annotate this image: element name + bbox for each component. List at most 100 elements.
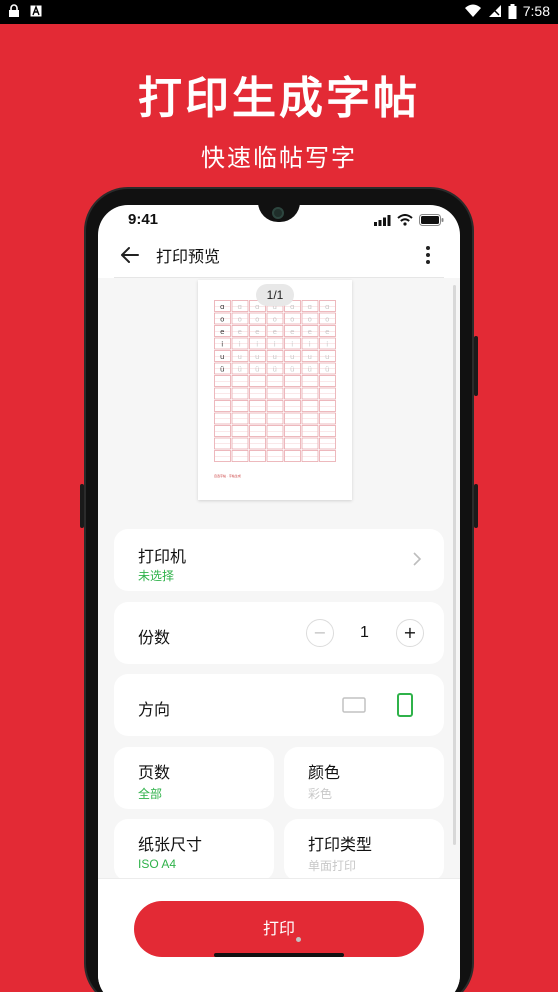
grid-cell <box>301 437 319 450</box>
grid-cell <box>301 387 319 400</box>
grid-cell <box>301 375 319 387</box>
grid-cell <box>266 375 284 387</box>
home-indicator[interactable] <box>214 953 344 957</box>
wifi-icon <box>397 214 413 226</box>
paper-size-card[interactable]: 纸张尺寸 ISO A4 <box>114 819 274 881</box>
scrollbar[interactable] <box>453 285 456 845</box>
battery-icon <box>419 214 444 226</box>
android-status-bar: 7:58 <box>0 0 558 24</box>
letter-trace: i <box>239 340 241 348</box>
grid-cell <box>301 425 319 437</box>
grid-cell <box>301 400 319 412</box>
app-notification-icon <box>30 5 42 17</box>
lock-icon <box>9 4 19 17</box>
grid-cell <box>266 387 284 400</box>
letter-trace: ɑ <box>290 303 294 311</box>
grid-cell <box>284 425 301 437</box>
copybook-grid: ɑ ɑ ɑ ɑ ɑ ɑ ɑo o o o o o oe e e e e e ei i i i i i iu u u u u u uü ü ü ü ü… <box>214 300 336 462</box>
grid-cell <box>249 387 266 400</box>
grid-cell <box>231 400 249 412</box>
grid-cell <box>214 450 231 462</box>
letter-sample: ü <box>220 365 224 373</box>
portrait-orientation-icon[interactable] <box>396 693 414 717</box>
color-card[interactable]: 颜色 彩色 <box>284 747 444 809</box>
pages-card[interactable]: 页数 全部 <box>114 747 274 809</box>
orientation-label: 方向 <box>138 700 171 719</box>
grid-cell <box>284 400 301 412</box>
phone-screen: 9:41 打印预览 ɑɑɑɑɑɑɑoooooooeeeeeeeiiiiiiiuu… <box>98 205 460 992</box>
grid-cell <box>266 412 284 425</box>
color-value: 彩色 <box>308 787 333 801</box>
letter-trace: e <box>325 328 329 336</box>
grid-cell <box>249 437 266 450</box>
landscape-orientation-icon[interactable] <box>342 696 366 714</box>
printer-label: 打印机 <box>138 547 187 566</box>
letter-sample: i <box>221 340 223 348</box>
letter-trace: e <box>273 328 277 336</box>
letter-trace: u <box>325 353 329 361</box>
back-arrow-icon[interactable] <box>118 243 142 267</box>
letter-trace: ü <box>325 365 329 373</box>
grid-cell <box>319 450 336 462</box>
grid-cell <box>266 425 284 437</box>
letter-trace: i <box>309 340 311 348</box>
promo-subtitle: 快速临帖写字 <box>201 144 357 172</box>
copies-value: 1 <box>360 624 369 641</box>
printer-value: 未选择 <box>138 569 175 583</box>
orientation-row: 方向 <box>114 674 444 736</box>
increment-button[interactable]: + <box>396 619 424 647</box>
phone-side-button <box>474 336 478 396</box>
grid-cell <box>319 412 336 425</box>
letter-trace: ü <box>290 365 294 373</box>
grid-cell <box>284 450 301 462</box>
letter-trace: ɑ <box>308 303 312 311</box>
grid-cell <box>319 400 336 412</box>
wifi-icon <box>464 4 481 17</box>
letter-trace: u <box>255 353 259 361</box>
page-title: 打印预览 <box>156 247 221 266</box>
copies-label: 份数 <box>138 628 171 647</box>
grid-cell <box>231 387 249 400</box>
letter-trace: e <box>290 328 294 336</box>
letter-sample: o <box>220 315 224 323</box>
cellular-signal-icon <box>374 214 391 226</box>
android-time: 7:58 <box>522 3 550 19</box>
print-button[interactable]: 打印 <box>134 901 424 957</box>
letter-trace: o <box>255 315 259 323</box>
decrement-button[interactable]: − <box>306 619 334 647</box>
preview-footer-text: 自选字帖 · 字帖生成 <box>214 474 241 478</box>
print-type-card[interactable]: 打印类型 单面打印 <box>284 819 444 881</box>
letter-trace: ɑ <box>238 303 242 311</box>
letter-trace: ü <box>273 365 277 373</box>
print-type-value: 单面打印 <box>308 859 357 873</box>
letter-trace: u <box>290 353 294 361</box>
grid-cell <box>319 375 336 387</box>
grid-cell <box>266 400 284 412</box>
grid-cell <box>231 375 249 387</box>
letter-trace: i <box>274 340 276 348</box>
grid-cell <box>266 450 284 462</box>
letter-sample: ɑ <box>220 303 224 311</box>
paper-size-label: 纸张尺寸 <box>138 835 203 854</box>
letter-trace: e <box>255 328 259 336</box>
printer-row[interactable]: 打印机 未选择 <box>114 529 444 591</box>
no-signal-icon <box>488 5 501 17</box>
grid-cell <box>301 450 319 462</box>
page-indicator: 1/1 <box>256 284 294 306</box>
letter-trace: o <box>238 315 242 323</box>
page-dot <box>296 937 301 942</box>
promo-title: 打印生成字帖 <box>138 73 420 124</box>
more-options-icon[interactable] <box>416 243 440 267</box>
letter-trace: o <box>325 315 329 323</box>
grid-cell <box>231 437 249 450</box>
bottom-action-bar: 打印 <box>98 878 460 992</box>
letter-trace: i <box>326 340 328 348</box>
grid-cell <box>249 450 266 462</box>
grid-cell <box>319 425 336 437</box>
grid-cell <box>214 400 231 412</box>
print-settings-content: ɑɑɑɑɑɑɑoooooooeeeeeeeiiiiiiiuuuuuuuüüüüü… <box>98 278 460 881</box>
device-time: 9:41 <box>128 211 159 228</box>
grid-cell <box>284 375 301 387</box>
letter-trace: o <box>273 315 277 323</box>
app-header: 打印预览 <box>98 237 460 277</box>
